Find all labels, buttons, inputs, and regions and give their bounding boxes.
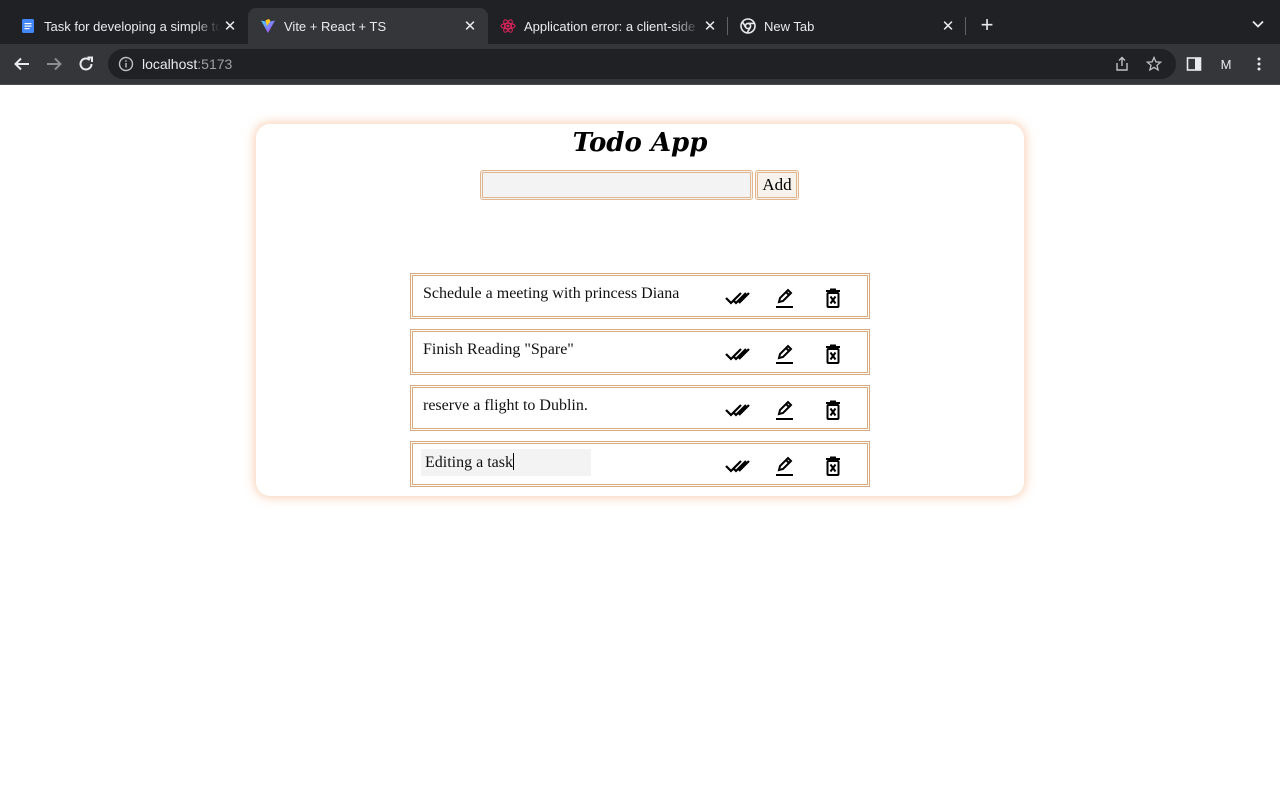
tab-divider — [965, 17, 966, 35]
todo-text: reserve a flight to Dublin. — [423, 397, 588, 414]
chevron-down-icon[interactable] — [1248, 14, 1268, 34]
browser-toolbar: localhost:5173 M — [0, 44, 1280, 85]
new-task-input[interactable] — [480, 170, 753, 200]
vite-icon — [260, 18, 276, 34]
tab-application-error[interactable]: Application error: a client-side ✕ — [488, 8, 728, 44]
double-check-icon[interactable] — [725, 286, 751, 310]
todo-item: Schedule a meeting with princess Diana — [410, 273, 870, 319]
trash-icon[interactable] — [820, 398, 846, 422]
todo-item-editing: Editing a task — [410, 441, 870, 487]
forward-arrow-icon[interactable] — [42, 52, 66, 76]
pencil-icon[interactable] — [772, 398, 798, 422]
app-title: Todo App — [572, 128, 708, 158]
pencil-icon[interactable] — [772, 454, 798, 478]
back-arrow-icon[interactable] — [10, 52, 34, 76]
double-check-icon[interactable] — [725, 454, 751, 478]
close-icon[interactable]: ✕ — [220, 16, 240, 36]
chrome-icon — [740, 18, 756, 34]
google-docs-icon — [20, 18, 36, 34]
profile-avatar[interactable]: M — [1214, 52, 1238, 76]
trash-icon[interactable] — [820, 454, 846, 478]
todo-item: reserve a flight to Dublin. — [410, 385, 870, 431]
trash-icon[interactable] — [820, 342, 846, 366]
tab-strip: Task for developing a simple to ✕ Vite +… — [0, 0, 1280, 44]
tab-vite-react[interactable]: Vite + React + TS ✕ — [248, 8, 488, 44]
pencil-icon[interactable] — [772, 342, 798, 366]
address-host: localhost — [142, 56, 198, 72]
tab-title: Task for developing a simple to — [44, 18, 220, 34]
todo-app-card: Todo App Add Schedule a meeting with pri… — [256, 124, 1024, 496]
trash-icon[interactable] — [820, 286, 846, 310]
tab-title: Vite + React + TS — [284, 18, 387, 34]
todo-item: Finish Reading "Spare" — [410, 329, 870, 375]
close-icon[interactable]: ✕ — [460, 16, 480, 36]
reload-icon[interactable] — [74, 52, 98, 76]
todo-text: Schedule a meeting with princess Diana — [423, 285, 680, 302]
close-icon[interactable]: ✕ — [700, 16, 720, 36]
close-icon[interactable]: ✕ — [938, 16, 958, 36]
todo-text: Finish Reading "Spare" — [423, 341, 574, 358]
address-bar[interactable]: localhost:5173 — [108, 49, 1176, 79]
edit-task-value: Editing a task — [425, 454, 513, 471]
double-check-icon[interactable] — [725, 398, 751, 422]
edit-task-input[interactable]: Editing a task — [421, 449, 591, 476]
side-panel-icon[interactable] — [1182, 52, 1206, 76]
text-cursor — [512, 453, 514, 470]
new-tab-button[interactable]: + — [975, 14, 999, 38]
react-icon — [500, 18, 516, 34]
pencil-icon[interactable] — [772, 286, 798, 310]
address-text: localhost:5173 — [142, 56, 232, 72]
tab-new-tab[interactable]: New Tab ✕ — [728, 8, 966, 44]
address-port: :5173 — [197, 56, 233, 72]
share-icon[interactable] — [1113, 55, 1131, 73]
star-icon[interactable] — [1145, 55, 1163, 73]
double-check-icon[interactable] — [725, 342, 751, 366]
more-options-icon[interactable] — [1247, 52, 1271, 76]
tab-title: New Tab — [764, 18, 815, 34]
tab-task-doc[interactable]: Task for developing a simple to ✕ — [8, 8, 248, 44]
info-icon[interactable] — [118, 56, 134, 77]
tab-title: Application error: a client-side — [524, 18, 696, 34]
add-button[interactable]: Add — [755, 170, 799, 200]
